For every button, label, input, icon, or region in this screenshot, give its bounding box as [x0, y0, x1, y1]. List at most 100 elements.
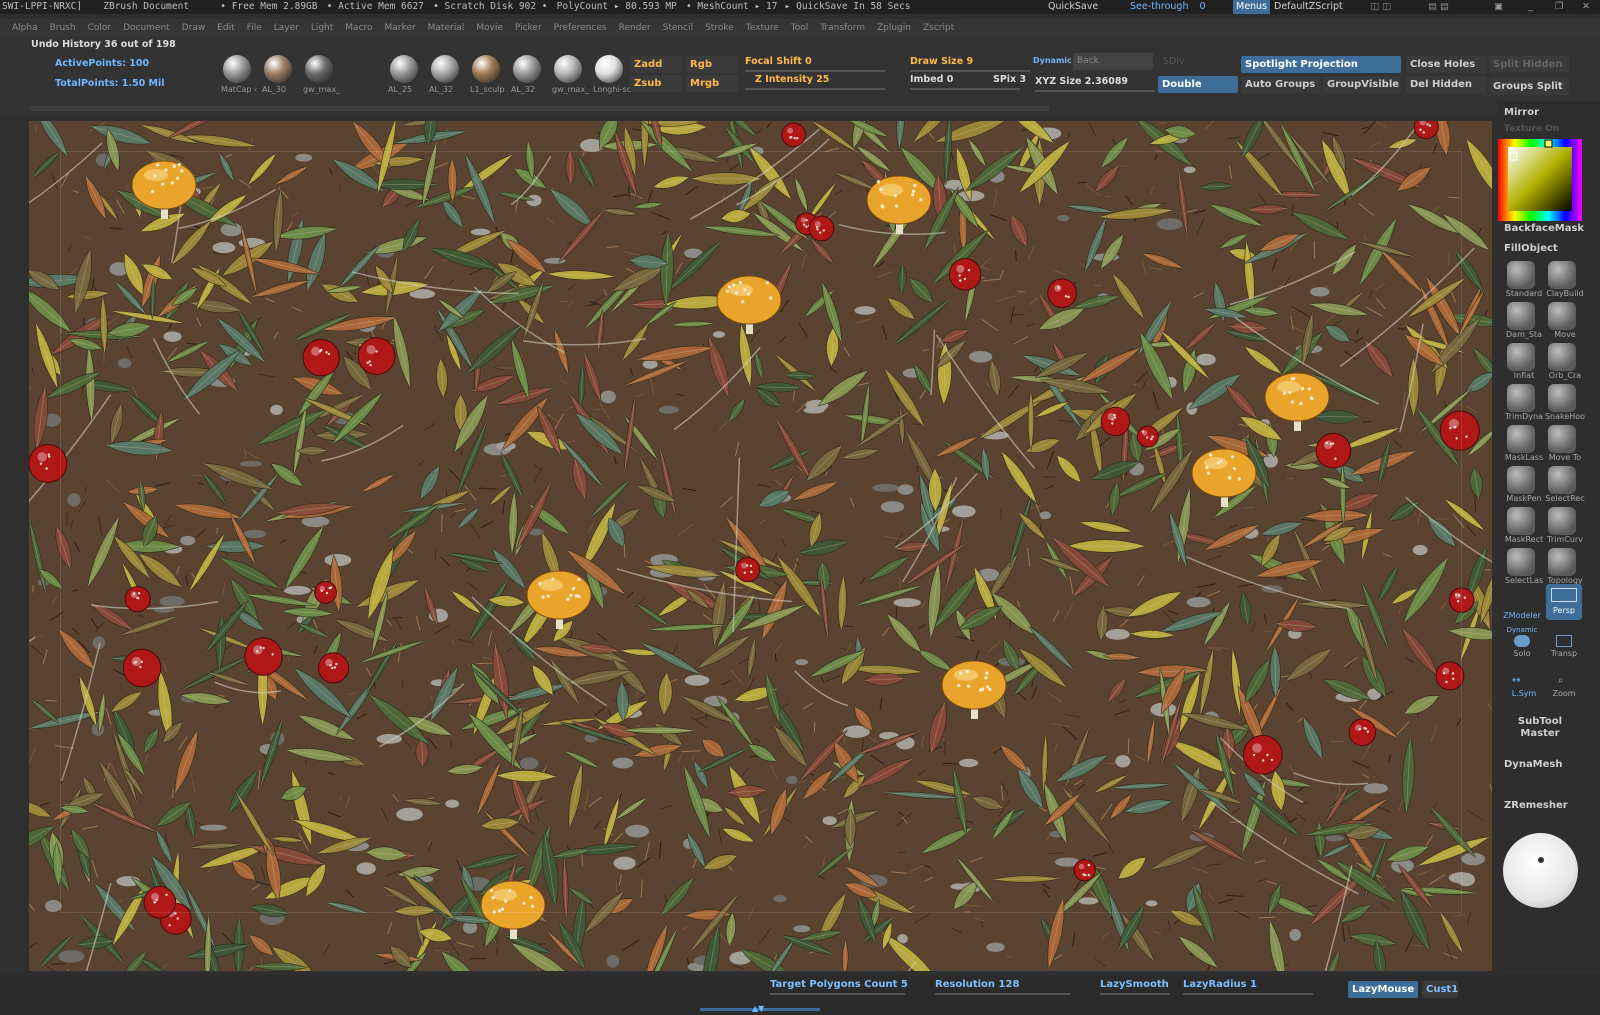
- dynamesh-button[interactable]: DynaMesh: [1500, 757, 1588, 773]
- document-canvas[interactable]: [29, 121, 1492, 971]
- imbed-track[interactable]: [910, 88, 1020, 90]
- spotlight-projection-button[interactable]: Spotlight Projection: [1241, 56, 1401, 73]
- persp-button[interactable]: Persp: [1546, 584, 1582, 620]
- sdiv-slider[interactable]: SDiv: [1163, 56, 1185, 67]
- brush-orb-cra[interactable]: Orb_Cra: [1543, 343, 1583, 383]
- menu-macro[interactable]: Macro: [345, 19, 372, 37]
- fillobject-button[interactable]: FillObject: [1500, 241, 1588, 257]
- minimize-icon[interactable]: _: [1528, 0, 1533, 14]
- mrgb-button[interactable]: Mrgb: [686, 75, 738, 92]
- menu-render[interactable]: Render: [619, 19, 651, 37]
- zremesher-button[interactable]: ZRemesher: [1500, 798, 1588, 814]
- menu-stencil[interactable]: Stencil: [663, 19, 693, 37]
- zoom-button[interactable]: ⌕ Zoom: [1548, 675, 1580, 703]
- texture-on-button[interactable]: Texture On: [1500, 121, 1588, 137]
- material-swatch[interactable]: [472, 55, 500, 83]
- material-swatch[interactable]: [554, 55, 582, 83]
- cust1-button[interactable]: Cust1: [1422, 981, 1458, 998]
- menu-document[interactable]: Document: [123, 19, 170, 37]
- draw-size-track[interactable]: [910, 70, 1030, 72]
- spix-slider[interactable]: SPix 3: [993, 74, 1026, 85]
- zmodeler-brush[interactable]: ZModeler: [1500, 611, 1544, 620]
- menu-picker[interactable]: Picker: [515, 19, 542, 37]
- rgb-button[interactable]: Rgb: [686, 56, 738, 73]
- brush-selectrec[interactable]: SelectRec: [1543, 466, 1585, 506]
- menu-texture[interactable]: Texture: [746, 19, 779, 37]
- auto-groups-button[interactable]: Auto Groups: [1241, 76, 1321, 93]
- draw-size-slider[interactable]: Draw Size 9: [910, 56, 973, 67]
- menu-light[interactable]: Light: [311, 19, 333, 37]
- mirror-button[interactable]: Mirror: [1500, 105, 1588, 121]
- menu-zplugin[interactable]: Zplugin: [877, 19, 911, 37]
- menu-edit[interactable]: Edit: [217, 19, 234, 37]
- menu-layer[interactable]: Layer: [274, 19, 299, 37]
- material-swatch[interactable]: [595, 55, 623, 83]
- brush-maskrect[interactable]: MaskRect: [1502, 507, 1543, 547]
- material-swatch[interactable]: [264, 55, 292, 83]
- imbed-slider[interactable]: Imbed 0: [910, 74, 953, 85]
- maximize-icon[interactable]: ❐: [1555, 0, 1564, 14]
- brush-trimdyna[interactable]: TrimDyna: [1502, 384, 1543, 424]
- z-intensity-slider[interactable]: Z Intensity 25: [755, 74, 829, 85]
- split-hidden-button[interactable]: Split Hidden: [1489, 56, 1569, 73]
- layout-icon[interactable]: ◫ ◫: [1370, 0, 1391, 14]
- menu-color[interactable]: Color: [88, 19, 112, 37]
- lazysmooth-slider[interactable]: LazySmooth: [1100, 979, 1169, 990]
- z-intensity-track[interactable]: [745, 88, 885, 90]
- material-swatch[interactable]: [513, 55, 541, 83]
- material-swatch[interactable]: [305, 55, 333, 83]
- menus-button[interactable]: Menus: [1233, 0, 1271, 14]
- shelf-scrollbar[interactable]: [29, 106, 1049, 111]
- palette-icon[interactable]: ▤ ▤: [1428, 0, 1449, 14]
- lsym-button[interactable]: ↔ L.Sym: [1508, 675, 1540, 703]
- menu-tool[interactable]: Tool: [791, 19, 808, 37]
- collapse-arrow-icon[interactable]: ▲▼: [752, 1004, 764, 1013]
- groups-split-button[interactable]: Groups Split: [1489, 78, 1569, 95]
- zsub-button[interactable]: Zsub: [630, 75, 682, 92]
- focal-shift-slider[interactable]: Focal Shift 0: [745, 56, 812, 67]
- close-icon[interactable]: ✕: [1582, 0, 1590, 14]
- target-polygons-track[interactable]: [770, 993, 905, 995]
- menu-movie[interactable]: Movie: [476, 19, 503, 37]
- brush-standard[interactable]: Standard: [1502, 261, 1542, 301]
- brush-move[interactable]: Move: [1543, 302, 1583, 342]
- lazysmooth-track[interactable]: [1100, 993, 1170, 995]
- menu-alpha[interactable]: Alpha: [12, 19, 38, 37]
- lazyradius-slider[interactable]: LazyRadius 1: [1183, 979, 1257, 990]
- brush-selectlas[interactable]: SelectLas: [1502, 548, 1543, 588]
- brush-masklass[interactable]: MaskLass: [1502, 425, 1543, 465]
- material-swatch[interactable]: [390, 55, 418, 83]
- material-swatch[interactable]: [431, 55, 459, 83]
- target-polygons-slider[interactable]: Target Polygons Count 5: [770, 979, 908, 990]
- defaultzscript-button[interactable]: DefaultZScript: [1274, 0, 1343, 14]
- brush-claybuild[interactable]: ClayBuild: [1543, 261, 1584, 301]
- undo-history[interactable]: Undo History 36 out of 198: [31, 39, 176, 50]
- brush-dam-sta[interactable]: Dam_Sta: [1502, 302, 1542, 342]
- menu-brush[interactable]: Brush: [50, 19, 76, 37]
- menu-transform[interactable]: Transform: [820, 19, 865, 37]
- zadd-button[interactable]: Zadd: [630, 56, 682, 73]
- navigation-sphere[interactable]: [1503, 833, 1578, 908]
- focal-shift-track[interactable]: [745, 70, 885, 72]
- del-hidden-button[interactable]: Del Hidden: [1406, 76, 1486, 93]
- lazyradius-track[interactable]: [1183, 993, 1313, 995]
- backfacemask-button[interactable]: BackfaceMask: [1500, 221, 1588, 237]
- brush-maskpen[interactable]: MaskPen: [1502, 466, 1542, 506]
- menu-zscript[interactable]: Zscript: [923, 19, 954, 37]
- resolution-track[interactable]: [935, 993, 1070, 995]
- menu-stroke[interactable]: Stroke: [705, 19, 734, 37]
- resolution-slider[interactable]: Resolution 128: [935, 979, 1019, 990]
- back-button[interactable]: Back: [1073, 53, 1153, 70]
- xyz-size-slider[interactable]: XYZ Size 2.36089: [1035, 76, 1128, 87]
- group-visible-button[interactable]: GroupVisible: [1323, 76, 1401, 93]
- brush-move-to[interactable]: Move To: [1543, 425, 1583, 465]
- lock-icon[interactable]: ▣: [1494, 0, 1503, 14]
- brush-trimcurv[interactable]: TrimCurv: [1543, 507, 1583, 547]
- transp-button[interactable]: Transp: [1548, 635, 1580, 663]
- color-picker[interactable]: [1498, 139, 1582, 221]
- material-swatch[interactable]: [223, 55, 251, 83]
- see-through-slider[interactable]: See-through 0: [1130, 0, 1206, 14]
- menu-draw[interactable]: Draw: [182, 19, 206, 37]
- lazymouse-button[interactable]: LazyMouse: [1348, 981, 1418, 998]
- menu-marker[interactable]: Marker: [385, 19, 416, 37]
